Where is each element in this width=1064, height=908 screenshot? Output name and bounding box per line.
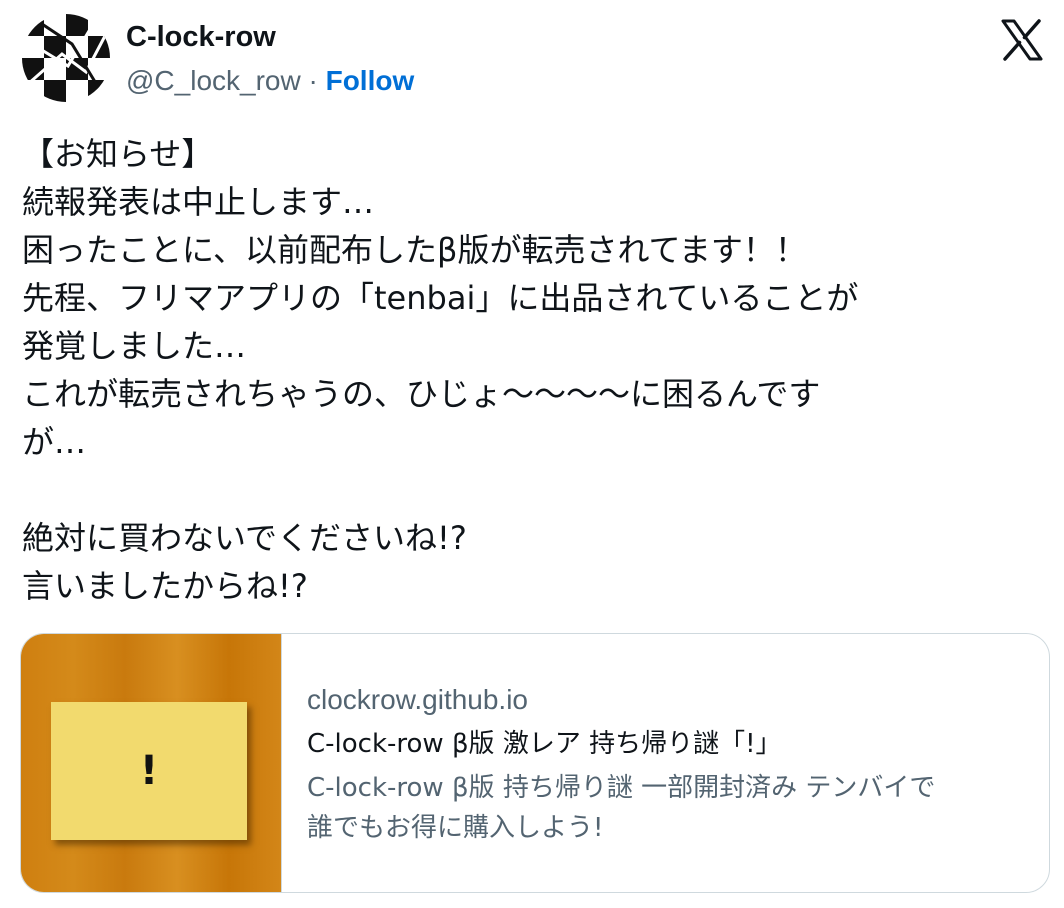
tweet-line: これが転売されちゃうの、ひじょ〜〜〜〜に困るんです [22, 375, 821, 413]
card-meta: clockrow.github.io C-lock-row β版 激レア 持ち帰… [307, 682, 1037, 848]
tweet-line: 先程、フリマアプリの「tenbai」に出品されていることが [22, 279, 859, 317]
x-logo-icon[interactable] [1000, 18, 1044, 62]
tweet-line: 【お知らせ】 [22, 135, 214, 173]
card-description-line: 誰でもお得に購入しよう! [307, 813, 604, 843]
tweet-line: が… [22, 423, 87, 461]
checkered-clock-avatar-icon [22, 14, 110, 102]
separator: · [308, 65, 318, 96]
card-image: ! [21, 634, 282, 892]
follow-button[interactable]: Follow [326, 65, 415, 96]
tweet-line: 続報発表は中止します… [22, 183, 375, 221]
link-preview-card[interactable]: ! clockrow.github.io C-lock-row β版 激レア 持… [20, 633, 1050, 893]
tweet-line: 言いましたからね!? [22, 567, 308, 605]
tweet-line: 困ったことに、以前配布したβ版が転売されてます！！ [22, 231, 807, 269]
sticky-note-text: ! [139, 748, 159, 794]
card-description-line: C-lock-row β版 持ち帰り謎 一部開封済み テンバイで [307, 773, 936, 803]
sticky-note: ! [51, 702, 247, 840]
card-domain: clockrow.github.io [307, 684, 529, 715]
card-title: C-lock-row β版 激レア 持ち帰り謎「!」 [307, 729, 782, 759]
handle-line: @C_lock_row · Follow [126, 64, 414, 98]
tweet-line: 発覚しました… [22, 327, 247, 365]
handle[interactable]: @C_lock_row [126, 65, 301, 96]
author-info: C-lock-row @C_lock_row · Follow [126, 20, 414, 98]
card-description: C-lock-row β版 持ち帰り謎 一部開封済み テンバイで 誰でもお得に購… [307, 768, 1037, 848]
tweet-text: 【お知らせ】 続報発表は中止します… 困ったことに、以前配布したβ版が転売されて… [22, 130, 1042, 610]
display-name[interactable]: C-lock-row [126, 20, 414, 54]
avatar[interactable] [22, 14, 110, 102]
tweet-header: C-lock-row @C_lock_row · Follow [22, 14, 1052, 106]
tweet-line: 絶対に買わないでくださいね!? [22, 519, 467, 557]
